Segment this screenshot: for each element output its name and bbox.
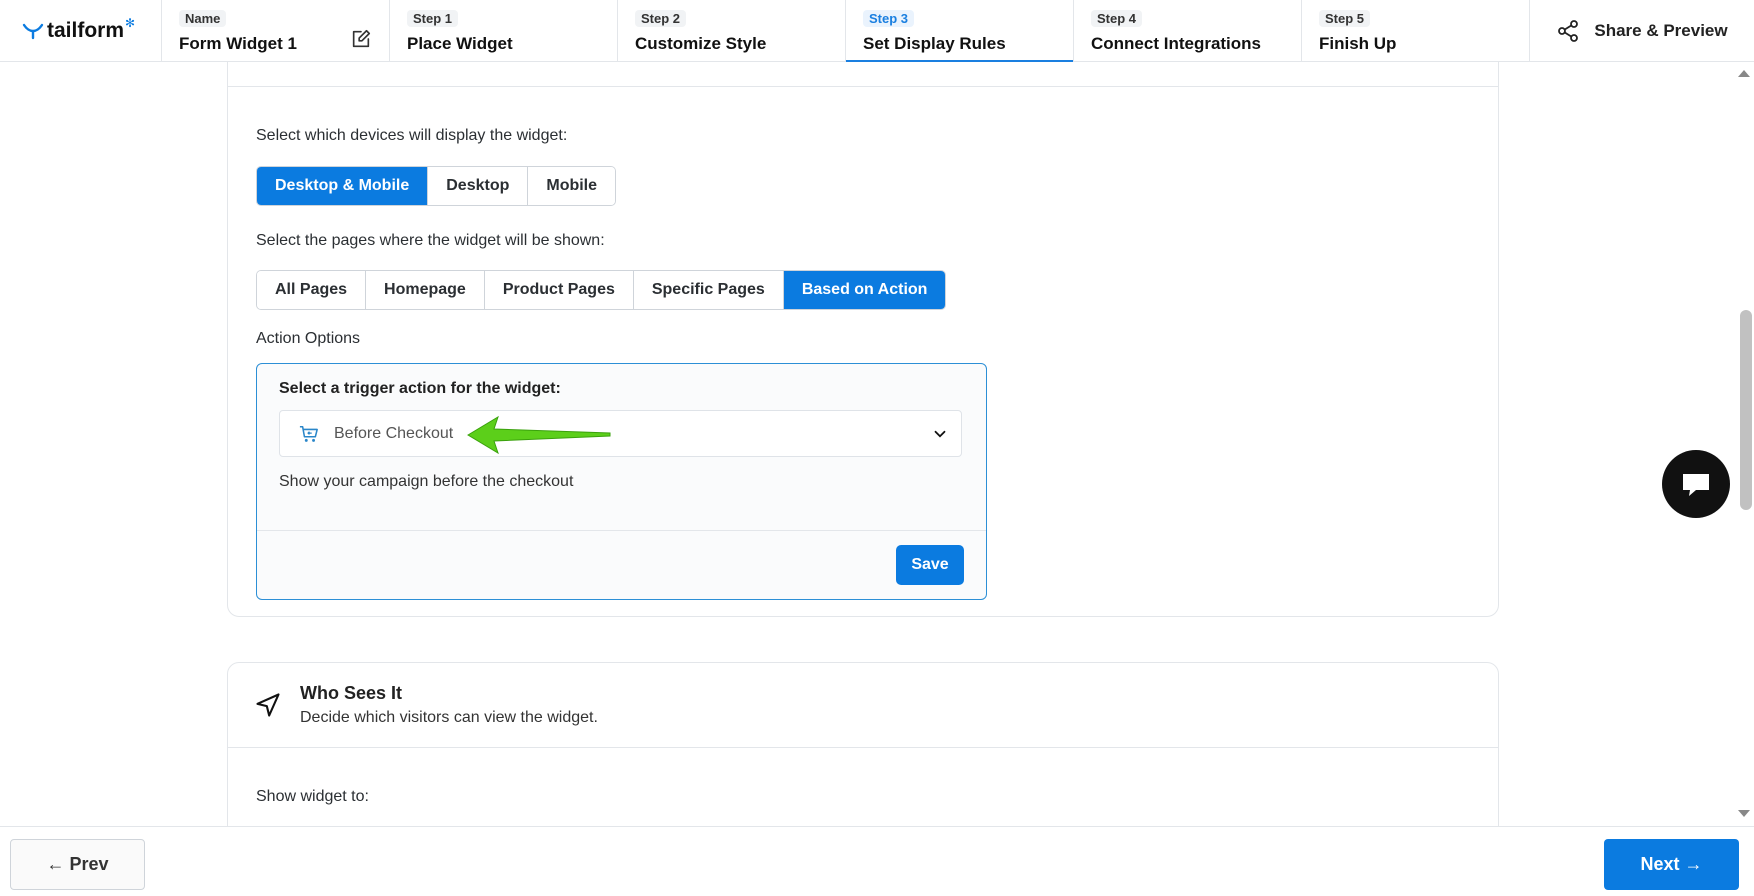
chat-icon: [1683, 474, 1709, 496]
share-icon: [1558, 19, 1579, 42]
who-sees-it-subtitle: Decide which visitors can view the widge…: [300, 709, 598, 726]
bottom-bar: ← Prev Next →: [0, 826, 1754, 896]
step-4-label: Step 4: [1091, 10, 1143, 27]
scroll-up-arrow[interactable]: [1738, 70, 1750, 77]
trigger-action-select[interactable]: Before Checkout: [279, 410, 962, 457]
step-4[interactable]: Step 4 Connect Integrations: [1074, 0, 1302, 61]
next-button[interactable]: Next →: [1604, 839, 1739, 890]
step-5-title: Finish Up: [1319, 34, 1397, 53]
step-3-title: Set Display Rules: [863, 34, 1006, 53]
save-button[interactable]: Save: [896, 545, 964, 585]
page-option-based-on-action[interactable]: Based on Action: [783, 271, 946, 309]
whale-tail-icon: [22, 23, 44, 40]
cart-icon: [299, 425, 318, 442]
logo[interactable]: tailform ✻: [0, 0, 162, 62]
device-selector: Desktop & Mobile Desktop Mobile: [256, 166, 617, 206]
step-3-label: Step 3: [863, 10, 915, 27]
page-option-all[interactable]: All Pages: [257, 271, 367, 309]
chevron-down-icon: [934, 430, 946, 438]
step-5-label: Step 5: [1319, 10, 1371, 27]
gear-icon: ✻: [125, 16, 136, 30]
action-options-label: Action Options: [256, 330, 361, 347]
device-option-mobile[interactable]: Mobile: [528, 167, 616, 205]
device-option-desktop[interactable]: Desktop: [428, 167, 529, 205]
devices-prompt: Select which devices will display the wi…: [256, 127, 568, 144]
send-arrow-icon: [256, 693, 280, 717]
display-rules-card: Select which devices will display the wi…: [227, 40, 1499, 617]
device-option-desktop-mobile[interactable]: Desktop & Mobile: [257, 167, 429, 205]
widget-name-cell: Name Form Widget 1: [162, 0, 390, 61]
prev-button[interactable]: ← Prev: [10, 839, 145, 890]
page-option-product[interactable]: Product Pages: [484, 271, 634, 309]
scroll-down-arrow[interactable]: [1738, 810, 1750, 817]
step-5[interactable]: Step 5 Finish Up: [1302, 0, 1530, 61]
share-preview-button[interactable]: Share & Preview: [1530, 0, 1754, 61]
step-3[interactable]: Step 3 Set Display Rules: [846, 0, 1074, 62]
brand-name: tailform: [47, 19, 125, 42]
trigger-action-title: Select a trigger action for the widget:: [279, 380, 561, 397]
annotation-arrow: [467, 415, 611, 455]
edit-icon[interactable]: [350, 28, 372, 50]
share-label: Share & Preview: [1594, 20, 1728, 40]
step-2-label: Step 2: [635, 10, 687, 27]
who-sees-it-card: Who Sees It Decide which visitors can vi…: [227, 662, 1499, 842]
step-1[interactable]: Step 1 Place Widget: [390, 0, 618, 61]
step-2-title: Customize Style: [635, 34, 767, 53]
action-footer-divider: [257, 530, 986, 531]
page-option-specific[interactable]: Specific Pages: [633, 271, 784, 309]
scrollbar-thumb[interactable]: [1740, 310, 1752, 510]
chat-button[interactable]: [1662, 450, 1730, 518]
page-option-homepage[interactable]: Homepage: [366, 271, 485, 309]
step-1-title: Place Widget: [407, 34, 513, 53]
step-4-title: Connect Integrations: [1091, 34, 1262, 53]
step-1-label: Step 1: [407, 10, 459, 27]
pages-prompt: Select the pages where the widget will b…: [256, 232, 605, 249]
page-selector: All Pages Homepage Product Pages Specifi…: [256, 270, 947, 310]
card-divider: [228, 86, 1498, 87]
card-divider: [228, 747, 1498, 748]
show-widget-to-label: Show widget to:: [256, 788, 369, 805]
step-2[interactable]: Step 2 Customize Style: [618, 0, 846, 61]
who-sees-it-title: Who Sees It: [300, 683, 403, 703]
action-options-box: Select a trigger action for the widget: …: [256, 363, 987, 600]
action-description: Show your campaign before the checkout: [279, 473, 574, 490]
selected-action: Before Checkout: [334, 424, 454, 442]
top-bar: tailform ✻ Name Form Widget 1 Step 1 Pla…: [0, 0, 1754, 62]
name-label: Name: [179, 10, 227, 27]
